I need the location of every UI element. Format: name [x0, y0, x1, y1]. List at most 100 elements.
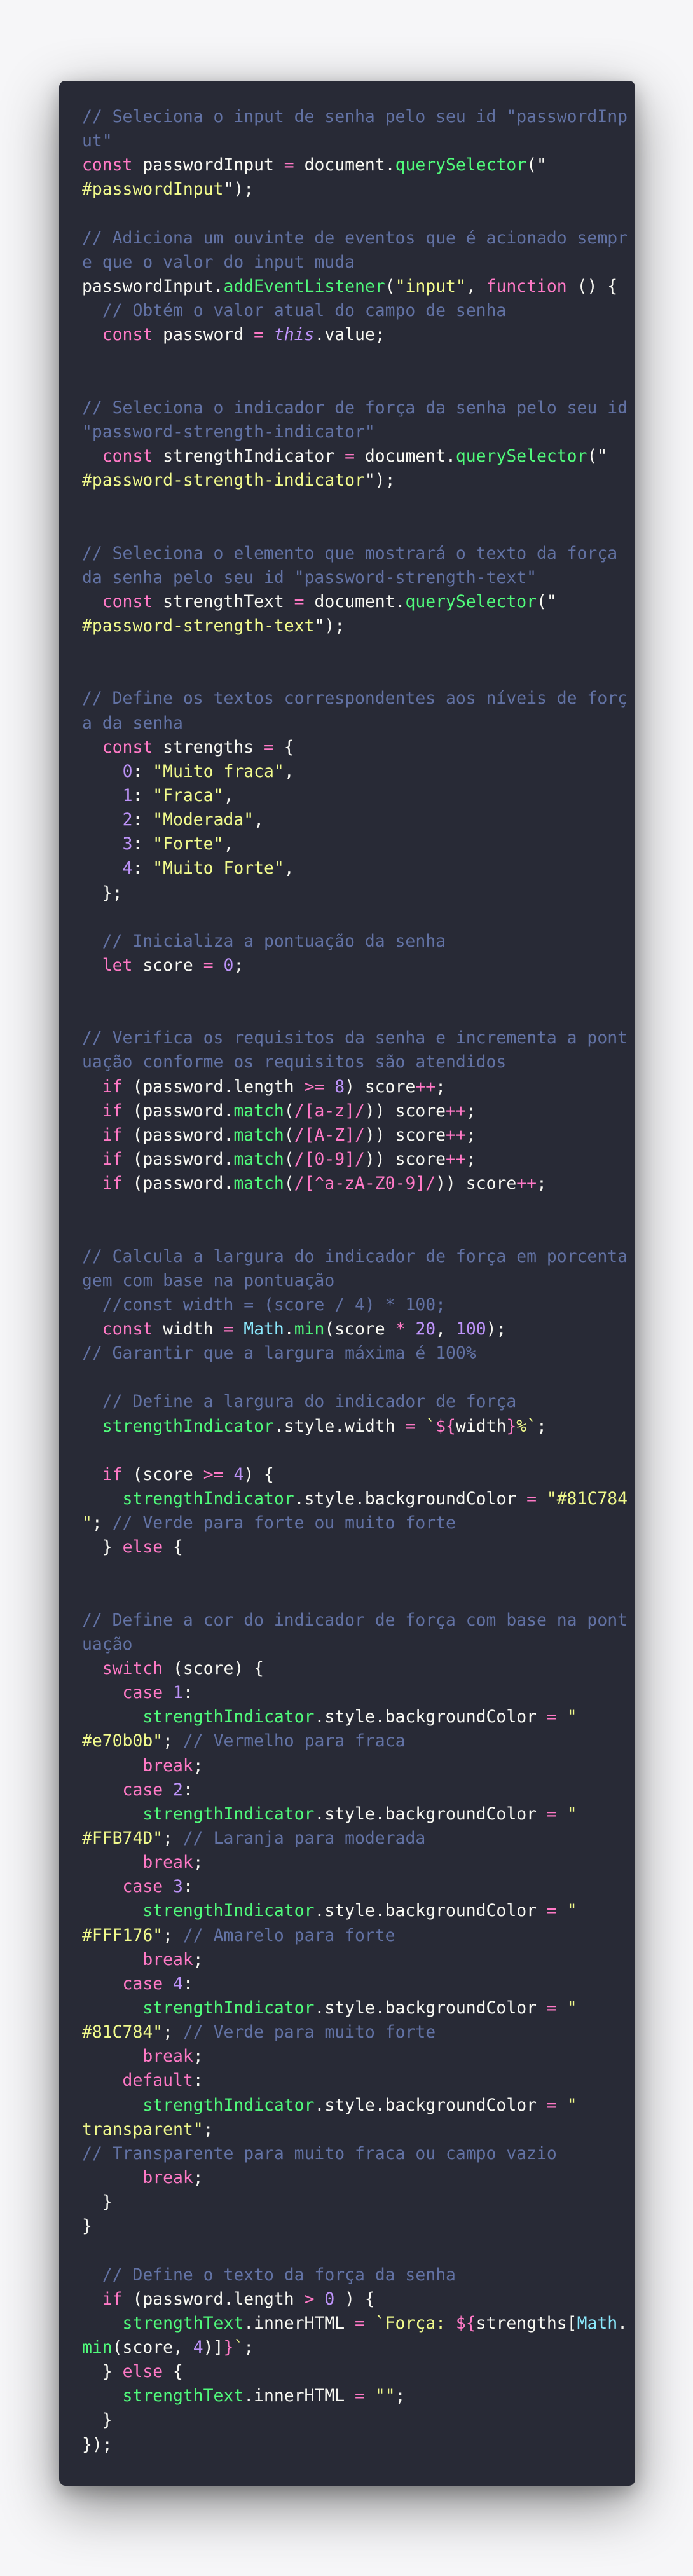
- code-token-default: (: [284, 1125, 294, 1145]
- code-token-number: 2: [122, 810, 133, 830]
- code-line: #81C784"; // Verde para muito forte: [82, 2020, 616, 2045]
- code-token-default: [82, 762, 123, 781]
- code-token-comment: // Define os textos correspondentes aos …: [82, 689, 628, 709]
- code-line: a da senha: [82, 711, 616, 736]
- code-token-string: `: [425, 1416, 436, 1436]
- code-token-default: )) score: [364, 1149, 446, 1170]
- code-token-string: %`: [516, 1416, 537, 1436]
- code-line: min(score, 4)]}`;: [82, 2336, 616, 2360]
- code-token-comment: uação: [82, 1634, 133, 1654]
- code-token-default: ;: [193, 1949, 203, 1970]
- code-line: } else {: [82, 2360, 616, 2384]
- code-token-default: (score: [132, 1464, 203, 1484]
- code-line: }: [82, 2408, 616, 2432]
- code-line: // Define os textos correspondentes aos …: [82, 687, 628, 711]
- code-token-comment: // Calcula a largura do indicador de for…: [82, 1246, 628, 1266]
- code-window: // Seleciona o input de senha pelo seu i…: [59, 81, 635, 2486]
- code-token-default: document.: [304, 155, 395, 175]
- code-token-keyword: }: [223, 2337, 234, 2357]
- code-token-default: ;: [163, 1828, 183, 1848]
- code-line: strengthIndicator.style.backgroundColor …: [82, 1802, 616, 1826]
- code-token-string: #password-strength-text: [82, 615, 315, 636]
- code-token-default: .style.backgroundColor: [314, 2095, 547, 2115]
- code-line: #password-strength-indicator");: [82, 469, 616, 493]
- code-token-string: #FFF176: [82, 1925, 153, 1945]
- code-token-string: ": [566, 1804, 577, 1824]
- code-line: } else {: [82, 1535, 616, 1559]
- code-line: const width = Math.min(score * 20, 100);: [82, 1317, 616, 1341]
- code-token-comment: // Verifica os requisitos da senha e inc…: [82, 1028, 628, 1048]
- code-line: "password-strength-indicator": [82, 420, 616, 444]
- code-line: if (score >= 4) {: [82, 1463, 616, 1487]
- code-token-keyword: ++: [446, 1149, 466, 1170]
- code-token-comment: uação conforme os requisitos são atendid…: [82, 1052, 507, 1072]
- code-token-keyword: if: [82, 1076, 133, 1097]
- code-line: break;: [82, 1948, 616, 1972]
- code-line: // Garantir que a largura máxima é 100%: [82, 1341, 616, 1366]
- code-line: }: [82, 2190, 616, 2214]
- code-token-number: 0: [122, 761, 133, 781]
- code-token-comment: // Obtém o valor atual do campo de senha: [82, 301, 507, 321]
- code-token-default: ;: [395, 2386, 406, 2406]
- code-line: e que o valor do input muda: [82, 250, 616, 275]
- code-token-number: 4: [173, 1973, 183, 1994]
- code-token-comment: // Garantir que a largura máxima é 100%: [82, 1343, 476, 1364]
- code-token-default: .innerHTML: [244, 2386, 355, 2406]
- code-token-keyword: =: [355, 2386, 375, 2406]
- code-line: break;: [82, 1851, 616, 1875]
- code-line: ut": [82, 129, 616, 153]
- code-line: const passwordInput = document.querySele…: [82, 153, 616, 177]
- code-token-default: :: [182, 1877, 193, 1897]
- code-token-comment: // Verde para muito forte: [182, 2022, 436, 2043]
- code-line: #FFB74D"; // Laranja para moderada: [82, 1826, 616, 1851]
- code-token-default: {: [173, 1537, 183, 1558]
- code-token-string: #FFB74D: [82, 1828, 153, 1848]
- code-line: strengthIndicator.style.backgroundColor …: [82, 1487, 628, 1511]
- code-line: transparent";: [82, 2118, 616, 2142]
- code-line: if (password.match(/[0-9]/)) score++;: [82, 1148, 616, 1172]
- code-token-string: transparent: [82, 2119, 193, 2139]
- code-token-keyword: const: [82, 1319, 163, 1339]
- code-token-default: ;: [163, 2022, 183, 2043]
- code-token-keyword: break: [82, 2167, 193, 2188]
- code-token-default: document.: [364, 446, 456, 466]
- code-token-default: (": [537, 591, 557, 612]
- code-token-default: document.: [314, 591, 406, 612]
- code-token-keyword: =: [526, 1489, 547, 1509]
- code-token-keyword: default: [82, 2071, 193, 2091]
- code-token-keyword: const: [82, 325, 163, 345]
- code-token-default: )]: [203, 2337, 224, 2357]
- code-line: strengthIndicator.style.backgroundColor …: [82, 2093, 616, 2118]
- code-token-default: ) {: [244, 1464, 274, 1484]
- code-token-comment: // Inicializa a pontuação da senha: [82, 931, 446, 951]
- code-line: // Define a largura do indicador de forç…: [82, 1390, 616, 1414]
- code-token-string: #passwordInput: [82, 179, 224, 200]
- code-token-string: ": [566, 2095, 577, 2115]
- code-token-default: {: [284, 737, 294, 757]
- code-token-string: "Forte": [153, 834, 224, 854]
- code-token-default: ;: [193, 1853, 203, 1873]
- code-token-regex: /[A-Z]/: [294, 1125, 365, 1145]
- code-token-default: :: [132, 810, 153, 830]
- code-line: let score = 0;: [82, 954, 616, 978]
- code-token-default: )) score: [364, 1100, 446, 1121]
- code-line: strengthIndicator.style.backgroundColor …: [82, 1899, 616, 1923]
- code-line: const strengthText = document.querySelec…: [82, 590, 616, 614]
- code-token-keyword: =: [405, 1416, 426, 1436]
- code-line: case 4:: [82, 1972, 616, 1996]
- code-token-this: this: [273, 325, 315, 345]
- code-token-keyword: if: [82, 1464, 133, 1484]
- code-token-regex: /[0-9]/: [294, 1149, 365, 1170]
- code-line: // Adiciona um ouvinte de eventos que é …: [82, 226, 628, 250]
- code-line: #e70b0b"; // Vermelho para fraca: [82, 1729, 616, 1753]
- code-line: // Transparente para muito fraca ou camp…: [82, 2142, 616, 2166]
- code-token-keyword: ++: [415, 1076, 436, 1097]
- code-line: }: [82, 2214, 616, 2238]
- code-block[interactable]: // Seleciona o input de senha pelo seu i…: [82, 105, 628, 2457]
- code-token-keyword: >: [304, 2289, 325, 2309]
- code-token-number: 4: [233, 1464, 244, 1484]
